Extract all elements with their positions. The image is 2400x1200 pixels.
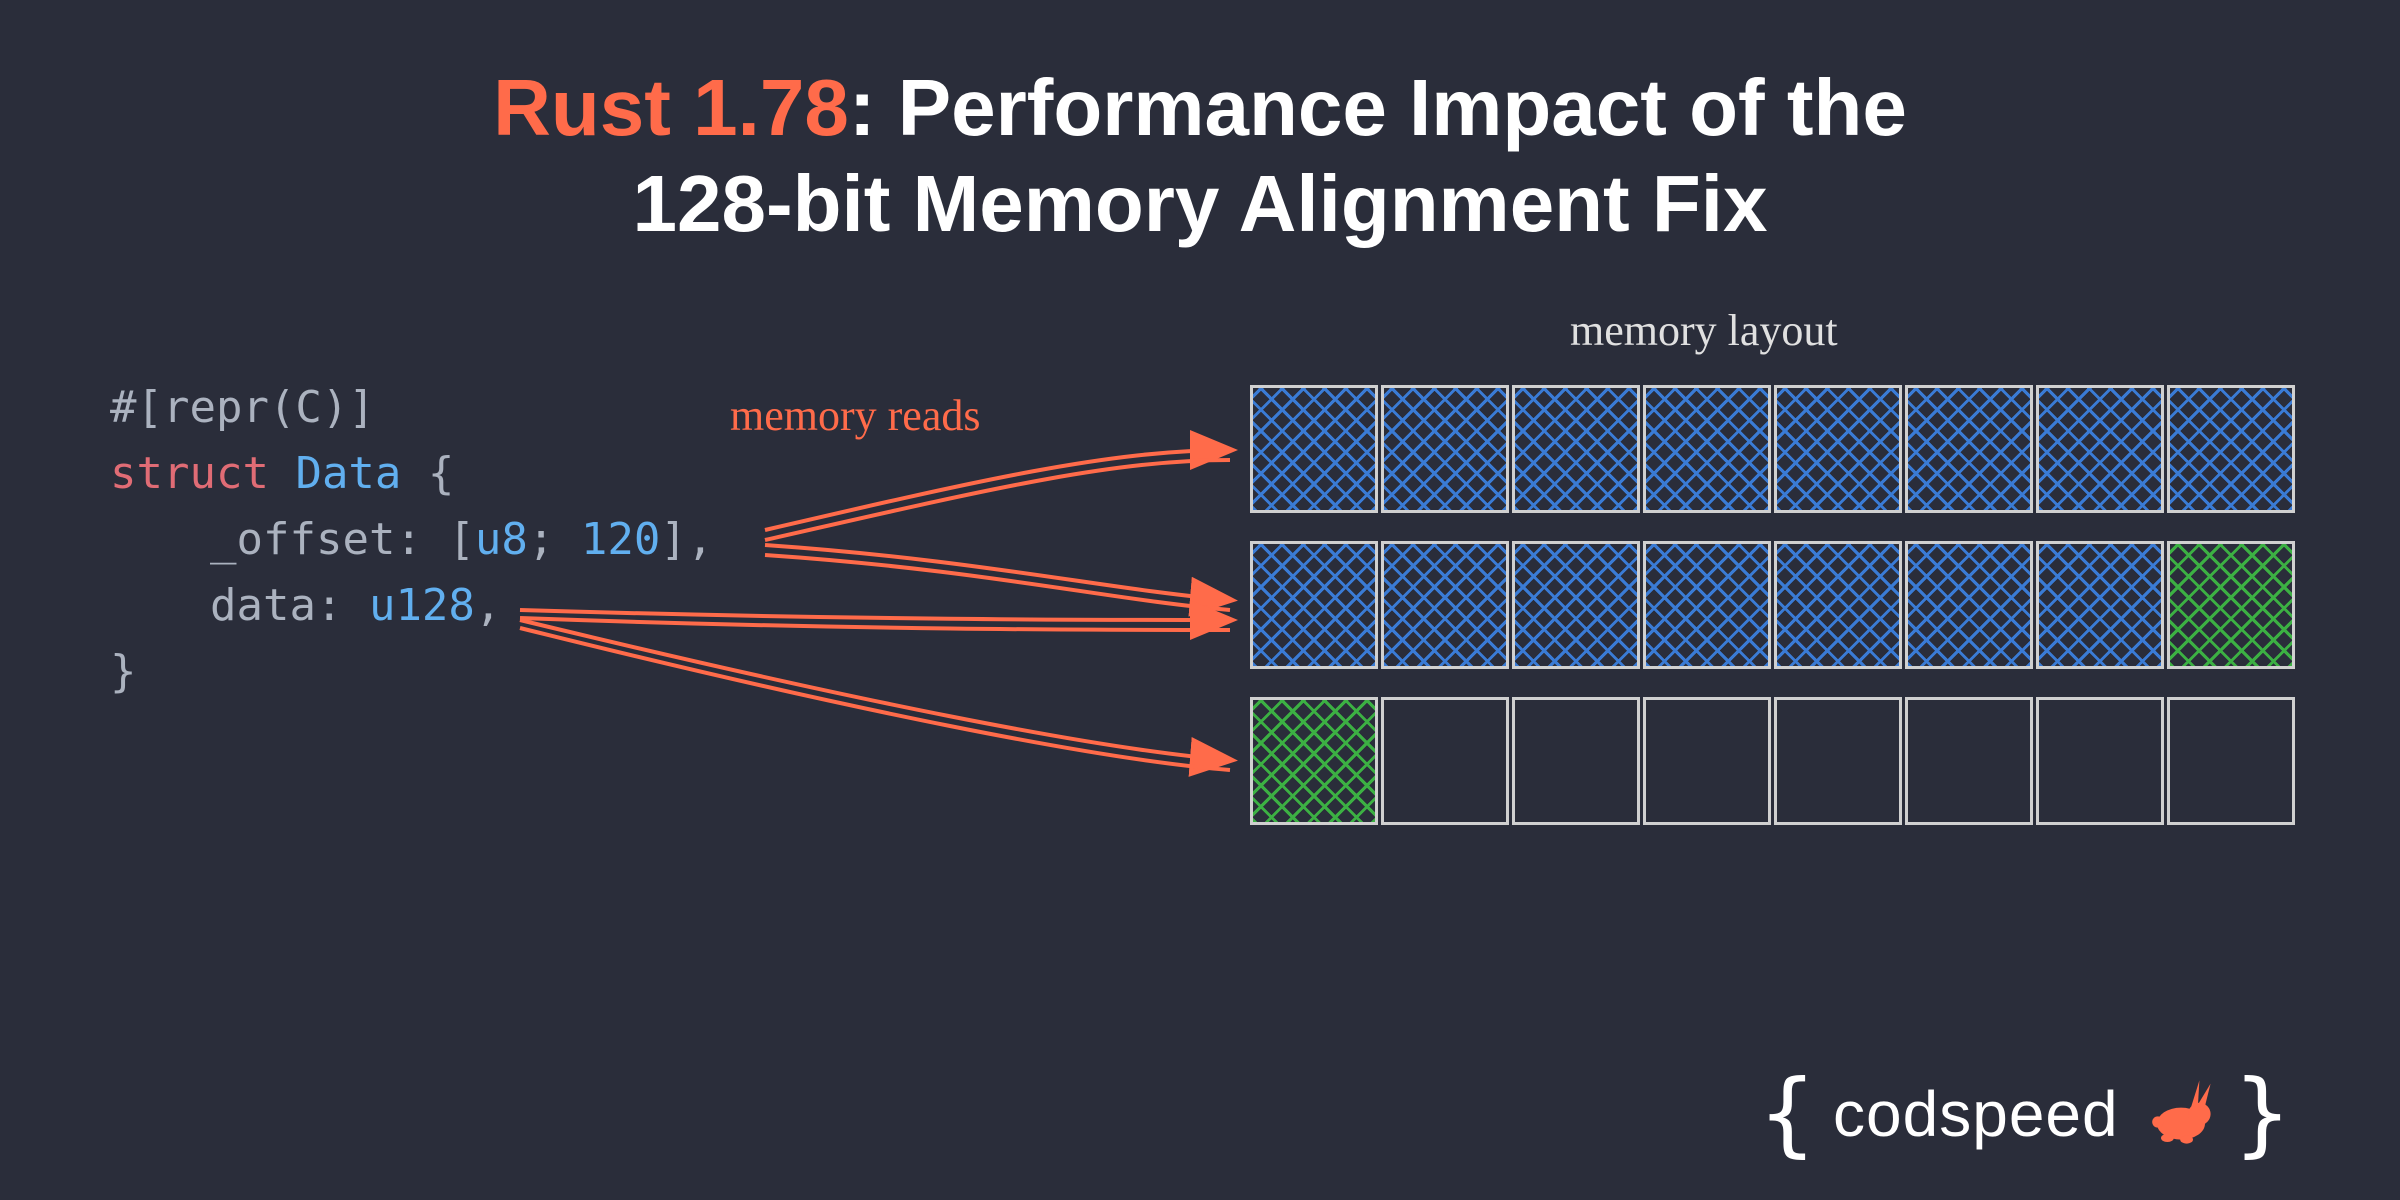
memory-cell-blue	[1512, 385, 1640, 513]
code-open-brace: {	[401, 448, 454, 499]
title-rest-1: : Performance Impact of the	[849, 63, 1907, 152]
memory-cell-empty	[1381, 697, 1509, 825]
memory-layout-label: memory layout	[1570, 305, 1838, 356]
memory-cell-green	[2167, 541, 2295, 669]
memory-row	[1250, 697, 2295, 825]
memory-row	[1250, 385, 2295, 513]
memory-cell-blue	[1381, 385, 1509, 513]
memory-cell-empty	[1643, 697, 1771, 825]
code-snippet: #[repr(C)] struct Data { _offset: [u8; 1…	[110, 375, 713, 705]
memory-cell-blue	[1905, 541, 2033, 669]
code-struct-name: Data	[295, 448, 401, 499]
memory-cell-green	[1250, 697, 1378, 825]
brand-close-brace: }	[2235, 1068, 2290, 1160]
memory-cell-blue	[2036, 385, 2164, 513]
memory-cell-empty	[1774, 697, 1902, 825]
memory-cell-empty	[1512, 697, 1640, 825]
memory-cell-blue	[1643, 385, 1771, 513]
page-title: Rust 1.78: Performance Impact of the 128…	[0, 0, 2400, 252]
memory-cell-blue	[1250, 541, 1378, 669]
code-field2-name: data	[210, 580, 316, 631]
title-rest-2: 128-bit Memory Alignment Fix	[633, 159, 1768, 248]
memory-cell-blue	[1643, 541, 1771, 669]
code-attr: #[repr(C)]	[110, 382, 375, 433]
code-field1-name: _offset	[210, 514, 395, 565]
memory-reads-label: memory reads	[730, 390, 980, 441]
memory-cell-empty	[1905, 697, 2033, 825]
title-accent: Rust 1.78	[493, 63, 849, 152]
memory-grid	[1250, 385, 2295, 853]
memory-cell-empty	[2036, 697, 2164, 825]
brand-name: codspeed	[1833, 1077, 2119, 1151]
memory-cell-blue	[1250, 385, 1378, 513]
code-struct-kw: struct	[110, 448, 269, 499]
memory-cell-blue	[1381, 541, 1509, 669]
memory-cell-blue	[1905, 385, 2033, 513]
memory-cell-blue	[2036, 541, 2164, 669]
brand-open-brace: {	[1760, 1068, 1815, 1160]
memory-row	[1250, 541, 2295, 669]
memory-cell-empty	[2167, 697, 2295, 825]
memory-cell-blue	[1774, 385, 1902, 513]
memory-cell-blue	[1512, 541, 1640, 669]
memory-cell-blue	[2167, 385, 2295, 513]
brand-footer: { codspeed }	[1760, 1068, 2290, 1160]
rabbit-icon	[2137, 1074, 2217, 1154]
memory-cell-blue	[1774, 541, 1902, 669]
code-close-brace: }	[110, 646, 137, 697]
